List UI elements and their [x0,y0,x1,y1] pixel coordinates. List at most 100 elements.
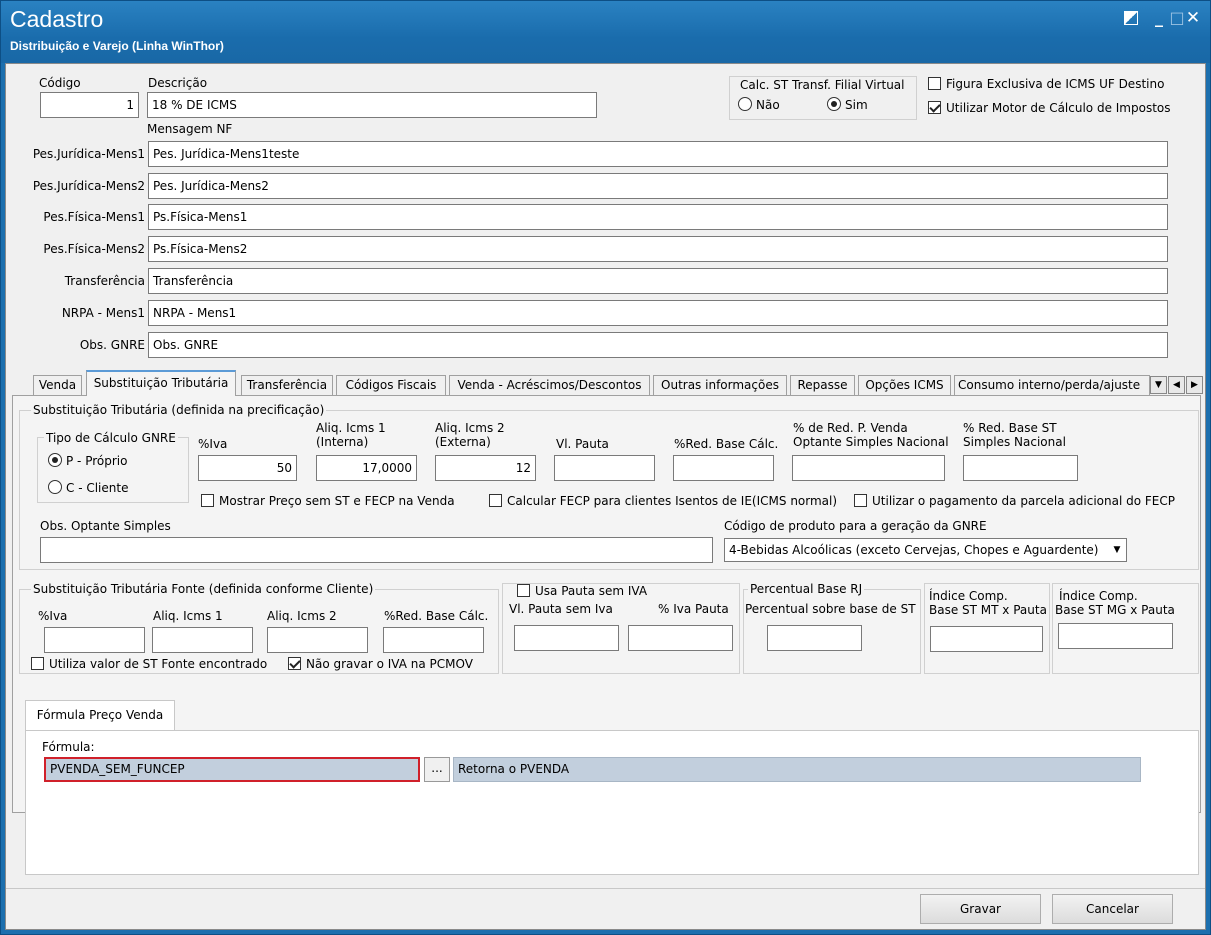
tab-consumo-interno[interactable]: Consumo interno/perda/ajuste [954,375,1150,395]
calc-st-label: Calc. ST Transf. Filial Virtual [738,78,907,92]
fonte-aliq2-label: Aliq. Icms 2 [267,609,337,623]
nrpa-mens1-input[interactable]: NRPA - Mens1 [148,300,1168,326]
st-fonte-title: Substituição Tributária Fonte (definida … [31,582,376,596]
pf-mens1-label: Pes.Física-Mens1 [43,210,145,224]
iva-pauta-input[interactable] [628,625,733,651]
tab-transferencia[interactable]: Transferência [241,375,333,395]
indice-mg-input[interactable] [1058,623,1173,649]
window-title: Cadastro [10,6,104,32]
fonte-red-label: %Red. Base Cálc. [384,609,489,623]
window: Cadastro Distribuição e Varejo (Linha Wi… [0,0,1211,935]
gnre-proprio-label: P - Próprio [66,454,128,468]
indice-mg-label-line2: Base ST MG x Pauta [1055,603,1175,617]
nao-gravar-iva-label: Não gravar o IVA na PCMOV [306,657,473,671]
codigo-input[interactable]: 1 [40,92,139,118]
fonte-aliq2-input[interactable] [267,627,368,653]
minimize-button[interactable]: _ [1150,9,1168,27]
aliq1-label-line2: (Interna) [316,435,369,449]
cod-produto-label: Código de produto para a geração da GNRE [724,519,987,533]
iva-input[interactable]: 50 [198,455,297,481]
gravar-button[interactable]: Gravar [920,894,1041,924]
tab-codigos-fiscais[interactable]: Códigos Fiscais [336,375,446,395]
tab-scroll-right-icon[interactable]: ▶ [1186,376,1203,394]
calc-st-sim-radio[interactable] [827,97,841,111]
title-bar[interactable]: Cadastro Distribuição e Varejo (Linha Wi… [1,1,1210,63]
obs-gnre-label: Obs. GNRE [79,338,145,352]
fonte-iva-label: %Iva [38,609,68,623]
nrpa-mens1-label: NRPA - Mens1 [61,306,145,320]
aliq1-input[interactable]: 17,0000 [316,455,417,481]
tab-outras-informacoes[interactable]: Outras informações [653,375,787,395]
red-base-st-label-line1: % Red. Base ST [963,421,1057,435]
motor-calculo-checkbox[interactable] [928,101,941,114]
figura-exclusiva-checkbox[interactable] [928,77,941,90]
pf-mens1-input[interactable]: Ps.Física-Mens1 [148,204,1168,230]
st-group-title: Substituição Tributária (definida na pre… [31,403,327,417]
gnre-cliente-radio[interactable] [48,480,62,494]
vl-pauta-sem-iva-input[interactable] [514,625,619,651]
red-base-st-input[interactable] [963,455,1078,481]
tab-venda-acrescimos[interactable]: Venda - Acréscimos/Descontos [449,375,650,395]
chevron-down-icon[interactable]: ▼ [1110,542,1124,558]
utiliza-st-fonte-checkbox[interactable] [31,657,44,670]
tab-repasse[interactable]: Repasse [790,375,855,395]
indice-mg-label-line1: Índice Comp. [1059,589,1138,603]
iva-pauta-label: % Iva Pauta [658,602,729,616]
transferencia-label: Transferência [64,274,145,288]
tab-formula-preco-venda[interactable]: Fórmula Preço Venda [25,700,175,731]
red-base-label: %Red. Base Cálc. [674,437,779,451]
mostrar-preco-label: Mostrar Preço sem ST e FECP na Venda [219,494,455,508]
cod-produto-select[interactable]: 4-Bebidas Alcoólicas (exceto Cervejas, C… [724,538,1127,562]
aliq1-label-line1: Aliq. Icms 1 [316,421,386,435]
nao-gravar-iva-checkbox[interactable] [288,657,301,670]
vl-pauta-input[interactable] [554,455,655,481]
cancelar-button[interactable]: Cancelar [1052,894,1173,924]
restore-icon[interactable] [1124,11,1138,25]
obs-optante-input[interactable] [40,537,713,563]
formula-description: Retorna o PVENDA [453,757,1141,782]
usa-pauta-checkbox[interactable] [517,584,530,597]
calc-st-nao-radio[interactable] [738,97,752,111]
indice-mt-input[interactable] [930,626,1043,652]
pj-mens2-label: Pes.Jurídica-Mens2 [32,179,145,193]
codigo-label: Código [39,76,81,90]
tab-scroll-left-icon[interactable]: ◀ [1168,376,1185,394]
tab-substituicao-tributaria[interactable]: Substituição Tributária [86,370,236,396]
rj-input[interactable] [767,625,862,651]
mostrar-preco-checkbox[interactable] [201,494,214,507]
figura-exclusiva-label: Figura Exclusiva de ICMS UF Destino [946,77,1165,91]
gnre-group-title: Tipo de Cálculo GNRE [44,431,178,445]
tab-opcoes-icms[interactable]: Opções ICMS [858,375,951,395]
aliq2-input[interactable]: 12 [435,455,536,481]
tab-venda[interactable]: Venda [33,375,82,395]
formula-input[interactable]: PVENDA_SEM_FUNCEP [44,757,420,782]
red-base-st-label-line2: Simples Nacional [963,435,1066,449]
formula-browse-button[interactable]: ... [424,757,450,782]
pj-mens2-input[interactable]: Pes. Jurídica-Mens2 [148,173,1168,199]
pj-mens1-input[interactable]: Pes. Jurídica-Mens1teste [148,141,1168,167]
gnre-cliente-label: C - Cliente [66,481,129,495]
red-pvenda-label-line1: % de Red. P. Venda [793,421,908,435]
calc-st-nao-label: Não [756,98,780,112]
red-pvenda-input[interactable] [792,455,945,481]
close-button[interactable]: ✕ [1184,9,1202,27]
descricao-input[interactable]: 18 % DE ICMS [147,92,597,118]
red-base-input[interactable] [673,455,774,481]
parcela-fecp-checkbox[interactable] [854,494,867,507]
rj-title: Percentual Base RJ [748,582,865,596]
transferencia-input[interactable]: Transferência [148,268,1168,294]
fonte-red-input[interactable] [383,627,484,653]
fonte-aliq1-input[interactable] [152,627,253,653]
cod-produto-value: 4-Bebidas Alcoólicas (exceto Cervejas, C… [729,543,1099,557]
fonte-aliq1-label: Aliq. Icms 1 [153,609,223,623]
vl-pauta-label: Vl. Pauta [556,437,609,451]
calcular-fecp-checkbox[interactable] [489,494,502,507]
footer-divider [6,888,1205,889]
obs-gnre-input[interactable]: Obs. GNRE [148,332,1168,358]
form-body: Código 1 Descrição 18 % DE ICMS Calc. ST… [5,63,1206,930]
fonte-iva-input[interactable] [44,627,145,653]
tab-dropdown-icon[interactable]: ▼ [1150,376,1167,394]
gnre-proprio-radio[interactable] [48,453,62,467]
vl-pauta-sem-iva-label: Vl. Pauta sem Iva [509,602,613,616]
pf-mens2-input[interactable]: Ps.Física-Mens2 [148,236,1168,262]
